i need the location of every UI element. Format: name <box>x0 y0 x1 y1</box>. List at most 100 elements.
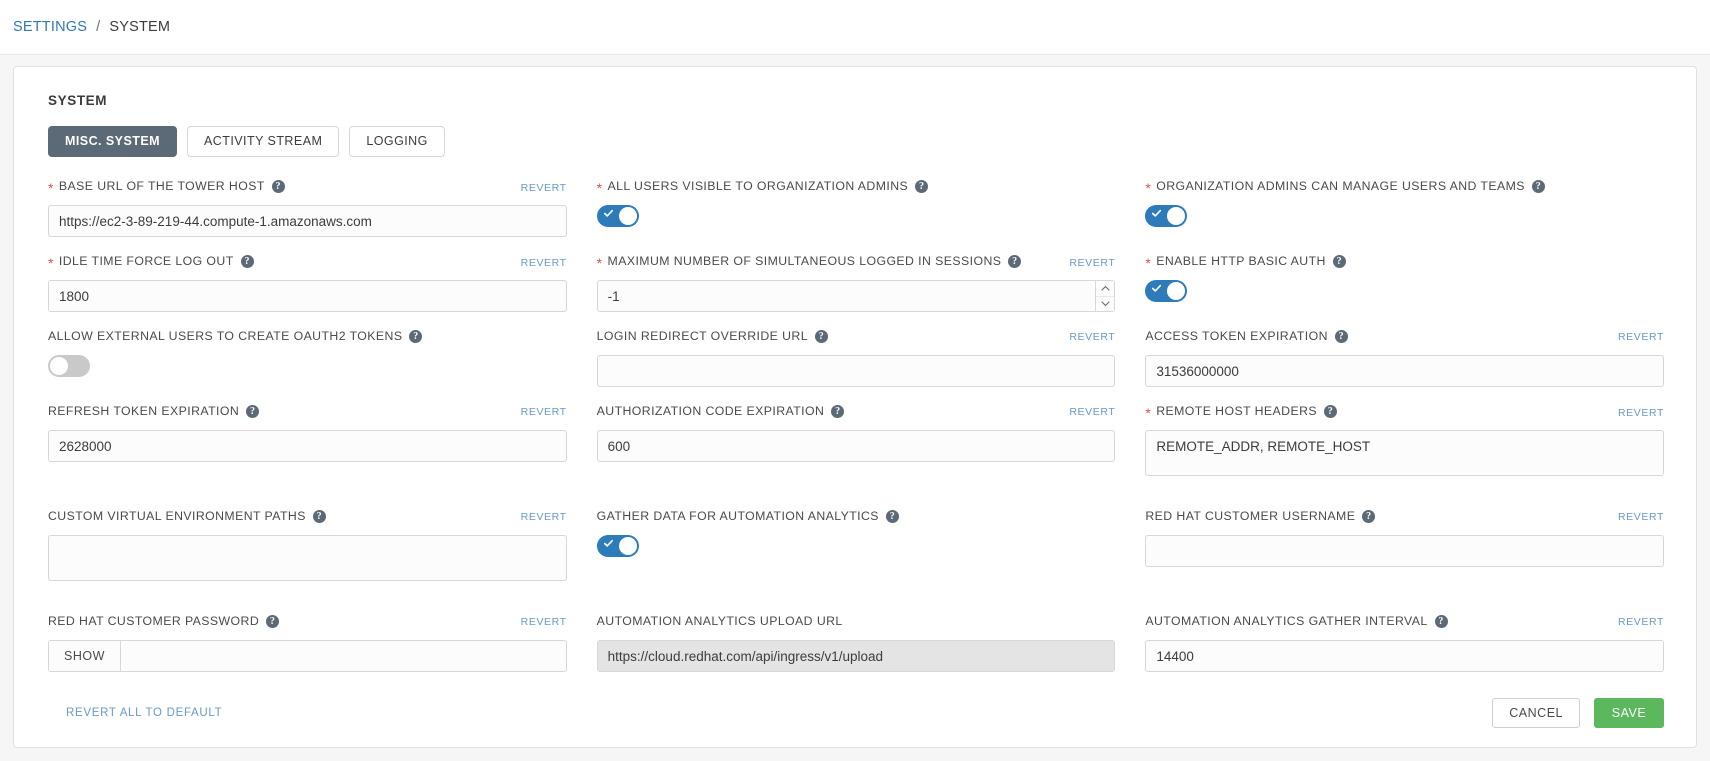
redhat-password-input[interactable] <box>121 641 566 671</box>
revert-base-url[interactable]: REVERT <box>521 182 567 194</box>
revert-authorization-code-expiration[interactable]: REVERT <box>1069 406 1115 418</box>
help-icon[interactable]: ? <box>266 615 279 628</box>
help-icon[interactable]: ? <box>831 405 844 418</box>
chevron-down-icon <box>1101 301 1110 307</box>
help-icon[interactable]: ? <box>1333 255 1346 268</box>
field-gather-analytics: GATHER DATA FOR AUTOMATION ANALYTICS ? <box>597 509 1116 614</box>
revert-all-to-default-link[interactable]: REVERT ALL TO DEFAULT <box>66 707 222 719</box>
revert-custom-venv-paths[interactable]: REVERT <box>521 511 567 523</box>
toggle-knob <box>619 207 637 225</box>
help-icon[interactable]: ? <box>241 255 254 268</box>
oauth2-tokens-label-text: ALLOW EXTERNAL USERS TO CREATE OAUTH2 TO… <box>48 329 402 343</box>
field-refresh-token-expiration: REFRESH TOKEN EXPIRATION ? REVERT <box>48 404 567 509</box>
all-users-visible-toggle[interactable] <box>597 205 639 227</box>
base-url-label-text: BASE URL OF THE TOWER HOST <box>59 179 265 193</box>
help-icon[interactable]: ? <box>1362 510 1375 523</box>
field-base-url: * BASE URL OF THE TOWER HOST ? REVERT <box>48 179 567 254</box>
stepper-increment-button[interactable] <box>1096 281 1114 297</box>
field-gather-analytics-label-row: GATHER DATA FOR AUTOMATION ANALYTICS ? <box>597 509 1116 529</box>
analytics-gather-interval-input[interactable] <box>1145 640 1664 672</box>
revert-refresh-token-expiration[interactable]: REVERT <box>521 406 567 418</box>
required-indicator: * <box>597 181 603 195</box>
required-indicator: * <box>48 181 54 195</box>
required-indicator: * <box>48 256 54 270</box>
card-footer: REVERT ALL TO DEFAULT CANCEL SAVE <box>14 679 1696 747</box>
refresh-token-expiration-input[interactable] <box>48 430 567 462</box>
refresh-token-expiration-label: REFRESH TOKEN EXPIRATION ? <box>48 404 259 418</box>
help-icon[interactable]: ? <box>1532 180 1545 193</box>
field-max-sessions: * MAXIMUM NUMBER OF SIMULTANEOUS LOGGED … <box>597 254 1116 329</box>
field-analytics-gather-interval-label-row: AUTOMATION ANALYTICS GATHER INTERVAL ? R… <box>1145 614 1664 634</box>
all-users-visible-label-text: ALL USERS VISIBLE TO ORGANIZATION ADMINS <box>608 179 909 193</box>
help-icon[interactable]: ? <box>815 330 828 343</box>
help-icon[interactable]: ? <box>409 330 422 343</box>
help-icon[interactable]: ? <box>1324 405 1337 418</box>
revert-analytics-gather-interval[interactable]: REVERT <box>1618 616 1664 628</box>
help-icon[interactable]: ? <box>1435 615 1448 628</box>
org-admins-manage-toggle[interactable] <box>1145 205 1187 227</box>
revert-idle-time[interactable]: REVERT <box>521 257 567 269</box>
org-admins-manage-label: * ORGANIZATION ADMINS CAN MANAGE USERS A… <box>1145 179 1545 193</box>
custom-venv-paths-textarea[interactable] <box>48 535 567 581</box>
login-redirect-input[interactable] <box>597 355 1116 387</box>
field-redhat-username-label-row: RED HAT CUSTOMER USERNAME ? REVERT <box>1145 509 1664 529</box>
gather-analytics-toggle[interactable] <box>597 535 639 557</box>
toggle-knob <box>1167 207 1185 225</box>
idle-time-input[interactable] <box>48 280 567 312</box>
help-icon[interactable]: ? <box>1335 330 1348 343</box>
tab-logging[interactable]: LOGGING <box>349 126 445 157</box>
revert-access-token-expiration[interactable]: REVERT <box>1618 331 1664 343</box>
revert-max-sessions[interactable]: REVERT <box>1069 257 1115 269</box>
tab-activity-stream[interactable]: ACTIVITY STREAM <box>187 126 339 157</box>
redhat-username-input[interactable] <box>1145 535 1664 567</box>
field-refresh-token-expiration-label-row: REFRESH TOKEN EXPIRATION ? REVERT <box>48 404 567 424</box>
max-sessions-input[interactable] <box>597 280 1116 312</box>
field-remote-host-headers: * REMOTE HOST HEADERS ? REVERT REMOTE_AD… <box>1145 404 1664 509</box>
max-sessions-spinner <box>1095 281 1114 311</box>
check-icon <box>604 539 613 548</box>
help-icon[interactable]: ? <box>886 510 899 523</box>
oauth2-tokens-toggle[interactable] <box>48 355 90 377</box>
refresh-token-expiration-label-text: REFRESH TOKEN EXPIRATION <box>48 404 239 418</box>
field-all-users-visible: * ALL USERS VISIBLE TO ORGANIZATION ADMI… <box>597 179 1116 254</box>
field-org-admins-manage: * ORGANIZATION ADMINS CAN MANAGE USERS A… <box>1145 179 1664 254</box>
authorization-code-expiration-input[interactable] <box>597 430 1116 462</box>
help-icon[interactable]: ? <box>313 510 326 523</box>
oauth2-tokens-label: ALLOW EXTERNAL USERS TO CREATE OAUTH2 TO… <box>48 329 422 343</box>
required-indicator: * <box>1145 256 1151 270</box>
authorization-code-expiration-label-text: AUTHORIZATION CODE EXPIRATION <box>597 404 825 418</box>
breadcrumb-settings-link[interactable]: SETTINGS <box>13 19 87 35</box>
field-access-token-expiration-label-row: ACCESS TOKEN EXPIRATION ? REVERT <box>1145 329 1664 349</box>
help-icon[interactable]: ? <box>915 180 928 193</box>
custom-venv-paths-label-text: CUSTOM VIRTUAL ENVIRONMENT PATHS <box>48 509 306 523</box>
save-button[interactable]: SAVE <box>1594 698 1664 728</box>
revert-login-redirect[interactable]: REVERT <box>1069 331 1115 343</box>
show-password-button[interactable]: SHOW <box>49 641 121 671</box>
base-url-input[interactable] <box>48 205 567 237</box>
idle-time-label: * IDLE TIME FORCE LOG OUT ? <box>48 254 254 268</box>
base-url-label: * BASE URL OF THE TOWER HOST ? <box>48 179 285 193</box>
field-remote-host-headers-label-row: * REMOTE HOST HEADERS ? REVERT <box>1145 404 1664 424</box>
max-sessions-label: * MAXIMUM NUMBER OF SIMULTANEOUS LOGGED … <box>597 254 1022 268</box>
settings-tabs: MISC. SYSTEM ACTIVITY STREAM LOGGING <box>48 126 1664 157</box>
revert-redhat-username[interactable]: REVERT <box>1618 511 1664 523</box>
access-token-expiration-input[interactable] <box>1145 355 1664 387</box>
field-redhat-username: RED HAT CUSTOMER USERNAME ? REVERT <box>1145 509 1664 614</box>
cancel-button[interactable]: CANCEL <box>1492 698 1580 728</box>
stepper-decrement-button[interactable] <box>1096 297 1114 312</box>
remote-host-headers-textarea[interactable]: REMOTE_ADDR, REMOTE_HOST <box>1145 430 1664 476</box>
field-redhat-password: RED HAT CUSTOMER PASSWORD ? REVERT SHOW <box>48 614 567 689</box>
help-icon[interactable]: ? <box>272 180 285 193</box>
field-analytics-gather-interval: AUTOMATION ANALYTICS GATHER INTERVAL ? R… <box>1145 614 1664 689</box>
analytics-gather-interval-label: AUTOMATION ANALYTICS GATHER INTERVAL ? <box>1145 614 1447 628</box>
page-title: SYSTEM <box>48 93 1664 108</box>
http-basic-auth-toggle[interactable] <box>1145 280 1187 302</box>
revert-remote-host-headers[interactable]: REVERT <box>1618 407 1664 419</box>
revert-redhat-password[interactable]: REVERT <box>521 616 567 628</box>
remote-host-headers-label-text: REMOTE HOST HEADERS <box>1156 404 1317 418</box>
required-indicator: * <box>597 256 603 270</box>
help-icon[interactable]: ? <box>1008 255 1021 268</box>
help-icon[interactable]: ? <box>246 405 259 418</box>
field-analytics-upload-url-label-row: AUTOMATION ANALYTICS UPLOAD URL <box>597 614 1116 634</box>
tab-misc-system[interactable]: MISC. SYSTEM <box>48 126 177 157</box>
